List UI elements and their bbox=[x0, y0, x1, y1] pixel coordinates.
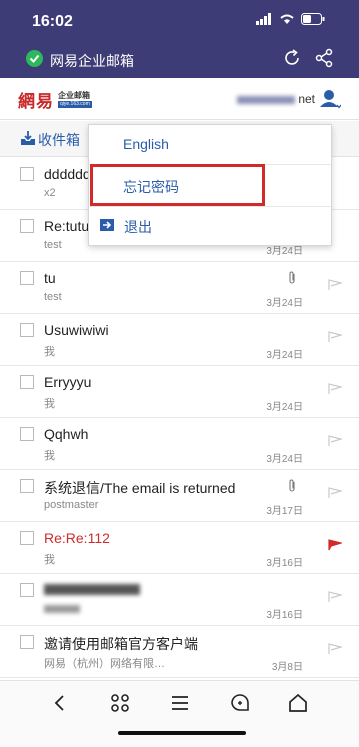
attachment-icon bbox=[289, 271, 295, 284]
mail-checkbox[interactable] bbox=[20, 323, 34, 337]
status-icons bbox=[256, 13, 325, 25]
back-icon[interactable] bbox=[48, 691, 72, 715]
mail-sender: test bbox=[44, 291, 62, 303]
flag-outline-icon[interactable] bbox=[328, 331, 342, 343]
ai-assistant-icon[interactable] bbox=[228, 691, 252, 715]
attachment-icon bbox=[289, 479, 295, 492]
browser-top-bar: 16:02 网易企业邮箱 bbox=[0, 0, 359, 78]
mail-checkbox[interactable] bbox=[20, 531, 34, 545]
battery-icon bbox=[301, 13, 325, 25]
mail-sender: 我 bbox=[44, 450, 55, 462]
site-title: 网易企业邮箱 bbox=[50, 53, 134, 69]
mail-date: 3月16日 bbox=[266, 558, 303, 569]
mail-sender: 我 bbox=[44, 554, 55, 566]
mail-date: 3月24日 bbox=[266, 350, 303, 361]
menu-item-label: 退出 bbox=[124, 219, 152, 235]
mail-row[interactable]: 邀请使用邮箱官方客户端 网易（杭州）网络有限… 3月8日 bbox=[0, 626, 359, 678]
logo-sub-bottom: qiye.163.com bbox=[58, 100, 92, 108]
menu-item-english[interactable]: English bbox=[89, 125, 331, 165]
mail-sender: 网易（杭州）网络有限… bbox=[44, 658, 165, 670]
mail-checkbox[interactable] bbox=[20, 271, 34, 285]
mail-subject: Re:Re:112 bbox=[44, 530, 110, 546]
mail-subject: 系统退信/The email is returned bbox=[44, 480, 236, 496]
mail-subject: tu bbox=[44, 270, 56, 286]
account-address[interactable]: net bbox=[236, 92, 315, 106]
reload-icon[interactable] bbox=[281, 47, 303, 69]
mail-row[interactable]: Re:Re:112 我 3月16日 bbox=[0, 522, 359, 574]
mail-checkbox[interactable] bbox=[20, 375, 34, 389]
mail-subject-blurred bbox=[44, 584, 140, 595]
mail-subject: Qqhwh bbox=[44, 426, 89, 442]
mail-row[interactable]: 3月16日 bbox=[0, 574, 359, 626]
mail-row[interactable]: Usuwiwiwi 我 3月24日 bbox=[0, 314, 359, 366]
mail-checkbox[interactable] bbox=[20, 635, 34, 649]
mail-row[interactable]: Erryyyu 我 3月24日 bbox=[0, 366, 359, 418]
mail-checkbox[interactable] bbox=[20, 583, 34, 597]
account-name-blurred bbox=[236, 95, 295, 104]
mail-subject: 邀请使用邮箱官方客户端 bbox=[44, 636, 198, 652]
browser-bottom-nav bbox=[0, 680, 359, 747]
secure-shield-icon bbox=[26, 50, 43, 67]
mail-checkbox[interactable] bbox=[20, 427, 34, 441]
home-icon[interactable] bbox=[286, 691, 310, 715]
status-time: 16:02 bbox=[32, 13, 73, 30]
account-suffix: net bbox=[298, 92, 315, 106]
wifi-icon bbox=[280, 14, 294, 24]
user-icon[interactable] bbox=[319, 88, 341, 110]
flag-outline-icon[interactable] bbox=[328, 279, 342, 291]
mail-sender: x2 bbox=[44, 187, 56, 199]
mail-checkbox[interactable] bbox=[20, 167, 34, 181]
apps-icon[interactable] bbox=[108, 691, 132, 715]
mail-date: 3月17日 bbox=[266, 506, 303, 517]
mail-sender-blurred bbox=[44, 605, 80, 613]
site-info-row: 网易企业邮箱 bbox=[0, 46, 359, 74]
mail-date: 3月24日 bbox=[266, 402, 303, 413]
home-indicator bbox=[118, 731, 246, 735]
mail-subject: Usuwiwiwi bbox=[44, 322, 109, 338]
mail-checkbox[interactable] bbox=[20, 219, 34, 233]
mail-row[interactable]: 系统退信/The email is returned postmaster 3月… bbox=[0, 470, 359, 522]
mail-date: 3月8日 bbox=[271, 662, 303, 673]
mail-subject: Erryyyu bbox=[44, 374, 92, 390]
logo-sub-top: 企业邮箱 bbox=[58, 90, 90, 100]
mail-sender: test bbox=[44, 239, 62, 251]
flag-outline-icon[interactable] bbox=[328, 643, 342, 655]
share-icon[interactable] bbox=[313, 47, 335, 69]
signal-icon bbox=[256, 13, 271, 25]
mail-date: 3月24日 bbox=[266, 298, 303, 309]
inbox-icon bbox=[21, 131, 35, 145]
mail-row[interactable]: tu test 3月24日 bbox=[0, 262, 359, 314]
logo[interactable]: 網易 企业邮箱 qiye.163.com bbox=[18, 87, 92, 112]
mail-sender: 我 bbox=[44, 346, 55, 358]
highlight-box bbox=[90, 164, 265, 206]
menu-icon[interactable] bbox=[168, 691, 192, 715]
mail-checkbox[interactable] bbox=[20, 479, 34, 493]
logout-icon bbox=[100, 219, 114, 231]
mail-sender: 我 bbox=[44, 398, 55, 410]
mail-row[interactable]: Qqhwh 我 3月24日 bbox=[0, 418, 359, 470]
flag-outline-icon[interactable] bbox=[328, 591, 342, 603]
flag-outline-icon[interactable] bbox=[328, 383, 342, 395]
app-header: 網易 企业邮箱 qiye.163.com net bbox=[0, 78, 359, 120]
flag-outline-icon[interactable] bbox=[328, 487, 342, 499]
mail-sender: postmaster bbox=[44, 499, 99, 511]
flag-red-icon[interactable] bbox=[328, 539, 342, 551]
mail-date: 3月24日 bbox=[266, 454, 303, 465]
menu-item-label: English bbox=[123, 136, 169, 152]
menu-item-logout[interactable]: 退出 bbox=[89, 207, 331, 245]
folder-selector[interactable]: 收件箱 bbox=[38, 130, 80, 150]
flag-outline-icon[interactable] bbox=[328, 435, 342, 447]
logo-sub: 企业邮箱 qiye.163.com bbox=[58, 90, 92, 108]
logo-main-text: 網易 bbox=[18, 92, 54, 112]
mail-date: 3月16日 bbox=[266, 610, 303, 621]
